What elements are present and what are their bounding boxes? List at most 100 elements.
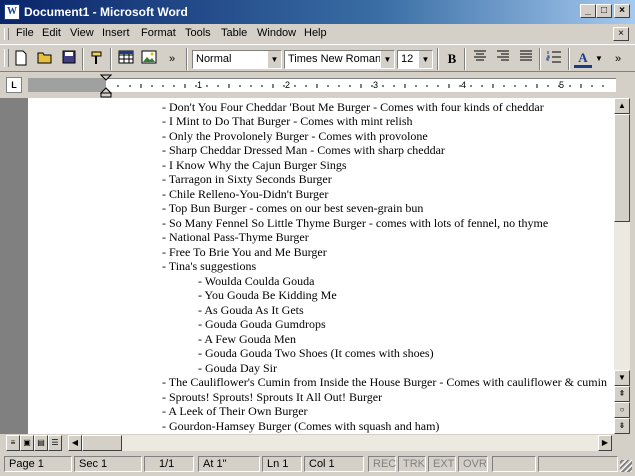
align-right-button[interactable] [494,50,512,68]
insert-table-button[interactable] [117,50,135,68]
maximize-button[interactable]: □ [596,4,612,18]
status-trk[interactable]: TRK [398,456,426,472]
menu-grip[interactable] [4,28,9,40]
status-at[interactable]: At 1" [198,456,260,472]
font-color-dropdown[interactable]: ▼ [595,50,603,68]
close-button[interactable]: × [614,4,630,18]
insert-picture-button[interactable] [140,50,158,68]
normal-view-icon: ≡ [10,438,16,447]
align-center-icon [474,50,486,61]
save-button[interactable] [60,50,78,68]
scroll-thumb[interactable] [614,114,630,222]
double-down-icon: ⇟ [618,421,626,430]
horizontal-ruler[interactable] [28,78,616,92]
list-item: - A Leek of Their Own Burger [162,404,308,418]
toolbar-separator [82,48,84,70]
status-ovr[interactable]: OVR [458,456,488,472]
menu-view[interactable]: View [70,27,94,39]
status-column[interactable]: Col 1 [304,456,364,472]
menu-tools[interactable]: Tools [185,27,211,39]
status-page-count[interactable]: 1/1 [144,456,194,472]
scroll-down-button[interactable]: ▼ [614,370,630,386]
normal-view-button[interactable]: ≡ [6,435,20,451]
sub-list-item: - Gouda Gouda Two Shoes (It comes with s… [198,346,434,360]
vertical-ruler [0,98,28,434]
open-button[interactable] [36,50,54,68]
menu-window[interactable]: Window [257,27,296,39]
new-document-button[interactable] [12,50,30,68]
list-item: - Sprouts! Sprouts! Sprouts It All Out! … [162,390,383,404]
toolbar-overflow-chevron[interactable]: » [166,50,178,68]
font-color-button[interactable]: A [574,50,592,68]
status-rec[interactable]: REC [368,456,396,472]
numbering-button[interactable] [545,50,563,68]
menu-insert[interactable]: Insert [102,27,130,39]
toolbar-separator [186,48,188,70]
status-language[interactable] [492,456,536,472]
status-line[interactable]: Ln 1 [262,456,302,472]
menu-table[interactable]: Table [221,27,247,39]
document-page[interactable]: - Don't You Four Cheddar 'Bout Me Burger… [28,98,614,434]
status-section[interactable]: Sec 1 [74,456,142,472]
list-item: - Only the Provolonely Burger - Comes wi… [162,129,428,143]
menu-file[interactable]: File [16,27,34,39]
web-layout-view-button[interactable]: ▣ [20,435,34,451]
bold-button[interactable]: B [443,50,461,68]
toolbar-grip[interactable] [4,49,9,67]
print-layout-view-button[interactable]: ▤ [34,435,48,451]
menu-format[interactable]: Format [141,27,176,39]
horizontal-scroll-track[interactable] [82,435,598,451]
list-item: - Chile Relleno-You-Didn't Burger [162,187,329,201]
double-up-icon: ⇞ [618,389,626,398]
chevron-down-icon[interactable]: ▼ [418,51,432,68]
outline-view-icon: ☰ [51,438,59,447]
document-close-button[interactable]: × [613,27,629,41]
table-icon [118,50,134,64]
title-bar[interactable]: W Document1 - Microsoft Word _ □ × [0,0,635,24]
menu-help[interactable]: Help [304,27,327,39]
sub-list-item: - You Gouda Be Kidding Me [198,288,337,302]
ruler-number: 4 [461,80,467,90]
style-combo[interactable]: Normal ▼ [192,50,282,69]
menu-edit[interactable]: Edit [42,27,61,39]
justify-button[interactable] [517,50,535,68]
previous-page-button[interactable]: ⇞ [614,386,630,402]
word-app-icon[interactable]: W [4,4,20,20]
app-icon-letter: W [7,6,17,17]
horizontal-scrollbar-row: ≡ ▣ ▤ ☰ ◀ ▶ [0,434,630,452]
horizontal-scroll-thumb[interactable] [82,435,122,451]
align-center-button[interactable] [471,50,489,68]
list-item: - Tarragon in Sixty Seconds Burger [162,172,332,186]
chevron-down-icon[interactable]: ▼ [267,51,281,68]
select-browse-object-button[interactable]: ○ [614,402,630,418]
indent-marker-icon[interactable] [100,74,112,98]
font-size-combo[interactable]: 12 ▼ [397,50,433,69]
sub-list-item: - As Gouda As It Gets [198,303,304,317]
format-painter-button[interactable] [88,50,106,68]
scroll-left-button[interactable]: ◀ [68,435,82,451]
toolbar-separator [539,48,541,70]
vertical-scrollbar[interactable]: ▲ ▼ ⇞ ○ ⇟ [614,98,630,434]
list-item: - The Cauliflower's Cumin from Inside th… [162,375,607,389]
sub-list-item: - Woulda Coulda Gouda [198,274,315,288]
outline-view-button[interactable]: ☰ [48,435,62,451]
status-spelling[interactable] [538,456,618,472]
ruler-ticks [117,84,604,88]
scroll-right-button[interactable]: ▶ [598,435,612,451]
list-item: - Gourdon-Hamsey Burger (Comes with squa… [162,419,440,433]
status-page[interactable]: Page 1 [4,456,72,472]
toolbar-overflow-chevron[interactable]: » [612,50,624,68]
minimize-button[interactable]: _ [580,4,596,18]
circle-icon: ○ [619,405,625,414]
tab-selector[interactable]: L [6,77,22,93]
ruler-number: 5 [559,80,565,90]
ruler-margin-shade [28,78,106,92]
next-page-button[interactable]: ⇟ [614,418,630,434]
font-combo[interactable]: Times New Roman ▼ [284,50,395,69]
status-ext[interactable]: EXT [428,456,456,472]
chevron-right-icon: ▶ [601,438,609,447]
standard-toolbar: » Normal ▼ Times New Roman ▼ 12 ▼ B A ▼ … [0,44,635,72]
chevron-down-icon[interactable]: ▼ [380,51,394,68]
resize-grip-icon[interactable] [620,460,632,472]
scroll-up-button[interactable]: ▲ [614,98,630,114]
